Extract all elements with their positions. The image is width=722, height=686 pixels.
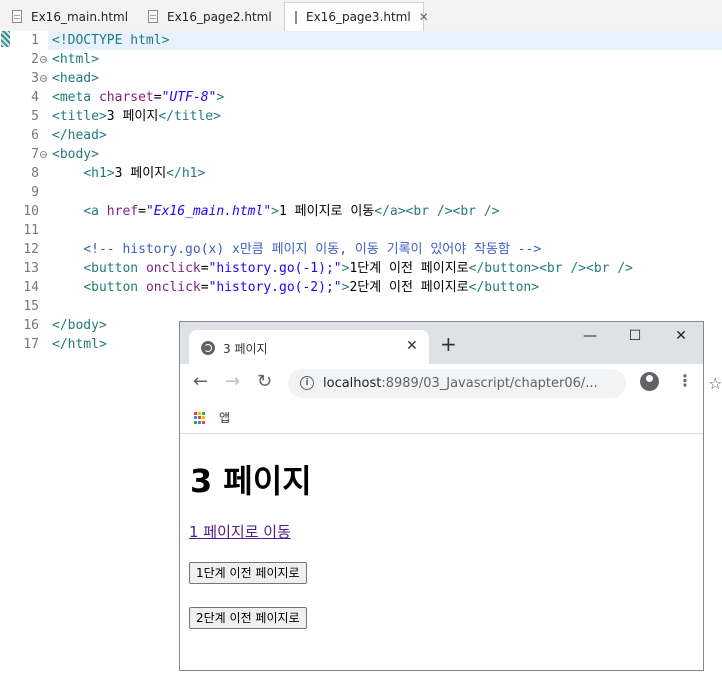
fold-toggle-icon[interactable]: − (40, 151, 47, 159)
line-number: 11 (23, 223, 39, 238)
line-number: 6 (31, 128, 39, 143)
editor-tab-bar: Ex16_main.html Ex16_page2.html Ex16_page… (0, 0, 722, 32)
line-number: 15 (23, 299, 39, 314)
forward-button[interactable]: → (225, 372, 240, 392)
maximize-button[interactable]: ☐ (620, 326, 650, 346)
line-number: 10 (23, 204, 39, 219)
url-text: localhost:8989/03_Javascript/chapter06/.… (323, 376, 598, 391)
browser-tab[interactable]: 3 페이지 ✕ (189, 330, 429, 364)
back-2-step-button[interactable]: 2단계 이전 페이지로 (189, 607, 307, 629)
tab-ex16-main[interactable]: Ex16_main.html (2, 3, 136, 30)
apps-grid-dot (194, 416, 197, 420)
line-number: 8 (31, 166, 39, 181)
html-file-icon (295, 10, 297, 24)
page1-link[interactable]: 1 페이지로 이동 (189, 521, 291, 542)
tab-ex16-page2[interactable]: Ex16_page2.html (138, 3, 282, 30)
fold-toggle-icon[interactable]: − (40, 56, 47, 64)
code-line-12: <!-- history.go(x) x만큼 페이지 이동, 이동 기록이 있어… (83, 242, 542, 257)
code-line-10: <a href="Ex16_main.html">1 페이지로 이동</a><b… (83, 204, 500, 219)
code-line-13: <button onclick="history.go(-1);">1단계 이전… (83, 261, 633, 276)
apps-grid-dot (198, 412, 201, 415)
code-line-14: <button onclick="history.go(-2);">2단계 이전… (83, 280, 540, 295)
tab-label: Ex16_main.html (31, 9, 129, 24)
line-number: 5 (31, 109, 39, 124)
overview-ruler (0, 31, 10, 686)
profile-avatar-icon[interactable] (640, 372, 659, 391)
back-1-step-button[interactable]: 1단계 이전 페이지로 (189, 562, 307, 584)
apps-grid-dot (198, 416, 201, 420)
back-button[interactable]: ← (193, 372, 208, 392)
page-heading: 3 페이지 (190, 462, 312, 500)
code-line-16: </body> (52, 318, 107, 333)
browser-titlebar: 3 페이지 ✕ + — ☐ ✕ (180, 322, 703, 364)
new-tab-button[interactable]: + (440, 334, 457, 354)
tab-label: Ex16_page2.html (167, 9, 272, 24)
apps-grid-dot (202, 416, 205, 420)
current-line-marker (1, 31, 10, 47)
line-number: 13 (23, 261, 39, 276)
info-icon[interactable]: i (300, 376, 314, 390)
line-number: 3 (31, 71, 39, 86)
code-line-17: </html> (52, 337, 107, 352)
line-number: 2 (31, 52, 39, 67)
menu-icon[interactable]: ⋮ (677, 371, 693, 391)
address-bar[interactable]: i localhost:8989/03_Javascript/chapter06… (288, 369, 722, 398)
line-number: 17 (23, 337, 39, 352)
tab-ex16-page3[interactable]: Ex16_page3.html ✕ (284, 2, 429, 31)
browser-tab-title: 3 페이지 (223, 342, 268, 356)
code-line-3: <head> (52, 71, 99, 86)
line-number: 1 (31, 33, 39, 48)
apps-grid-dot (194, 420, 197, 424)
close-tab-icon[interactable]: ✕ (419, 10, 429, 24)
globe-icon (201, 341, 215, 355)
code-line-8: <h1>3 페이지</h1> (83, 166, 206, 181)
line-number: 7 (31, 147, 39, 162)
close-window-button[interactable]: ✕ (666, 326, 696, 346)
line-number: 12 (23, 242, 39, 257)
tab-label: Ex16_page3.html (306, 10, 411, 24)
line-number-gutter: 1 2 − 3 − 4 5 6 7 − 8 9 10 11 12 13 14 1… (10, 31, 48, 686)
apps-grid-dot (198, 420, 201, 424)
minimize-button[interactable]: — (575, 326, 605, 346)
code-line-6: </head> (52, 128, 107, 143)
page-content: 3 페이지 1 페이지로 이동 1단계 이전 페이지로 2단계 이전 페이지로 (180, 434, 703, 670)
close-tab-icon[interactable]: ✕ (406, 338, 418, 354)
line-number: 16 (23, 318, 39, 333)
code-line-5: <title>3 페이지</title> (52, 109, 221, 124)
html-file-icon (148, 10, 158, 23)
browser-window: 3 페이지 ✕ + — ☐ ✕ ← → ↻ i localhost:8989/0… (179, 321, 722, 671)
bookmark-star-icon[interactable]: ☆ (708, 374, 722, 393)
apps-grid-dot (202, 420, 205, 424)
browser-toolbar: ← → ↻ i localhost:8989/03_Javascript/cha… (180, 364, 722, 403)
line-number: 14 (23, 280, 39, 295)
code-line-4: <meta charset="UTF-8"> (52, 90, 225, 105)
code-line-2: <html> (52, 52, 99, 67)
apps-grid-dot (194, 412, 197, 415)
apps-label[interactable]: 앱 (219, 409, 230, 426)
bookmarks-bar: 앱 (180, 403, 703, 434)
html-file-icon (12, 10, 22, 23)
apps-grid-icon[interactable] (194, 412, 206, 424)
reload-button[interactable]: ↻ (257, 372, 272, 392)
code-line-7: <body> (52, 147, 99, 162)
fold-toggle-icon[interactable]: − (40, 75, 47, 83)
line-number: 9 (31, 185, 39, 200)
line-number: 4 (31, 90, 39, 105)
apps-grid-dot (202, 412, 205, 415)
code-line-1: <!DOCTYPE html> (48, 31, 722, 50)
